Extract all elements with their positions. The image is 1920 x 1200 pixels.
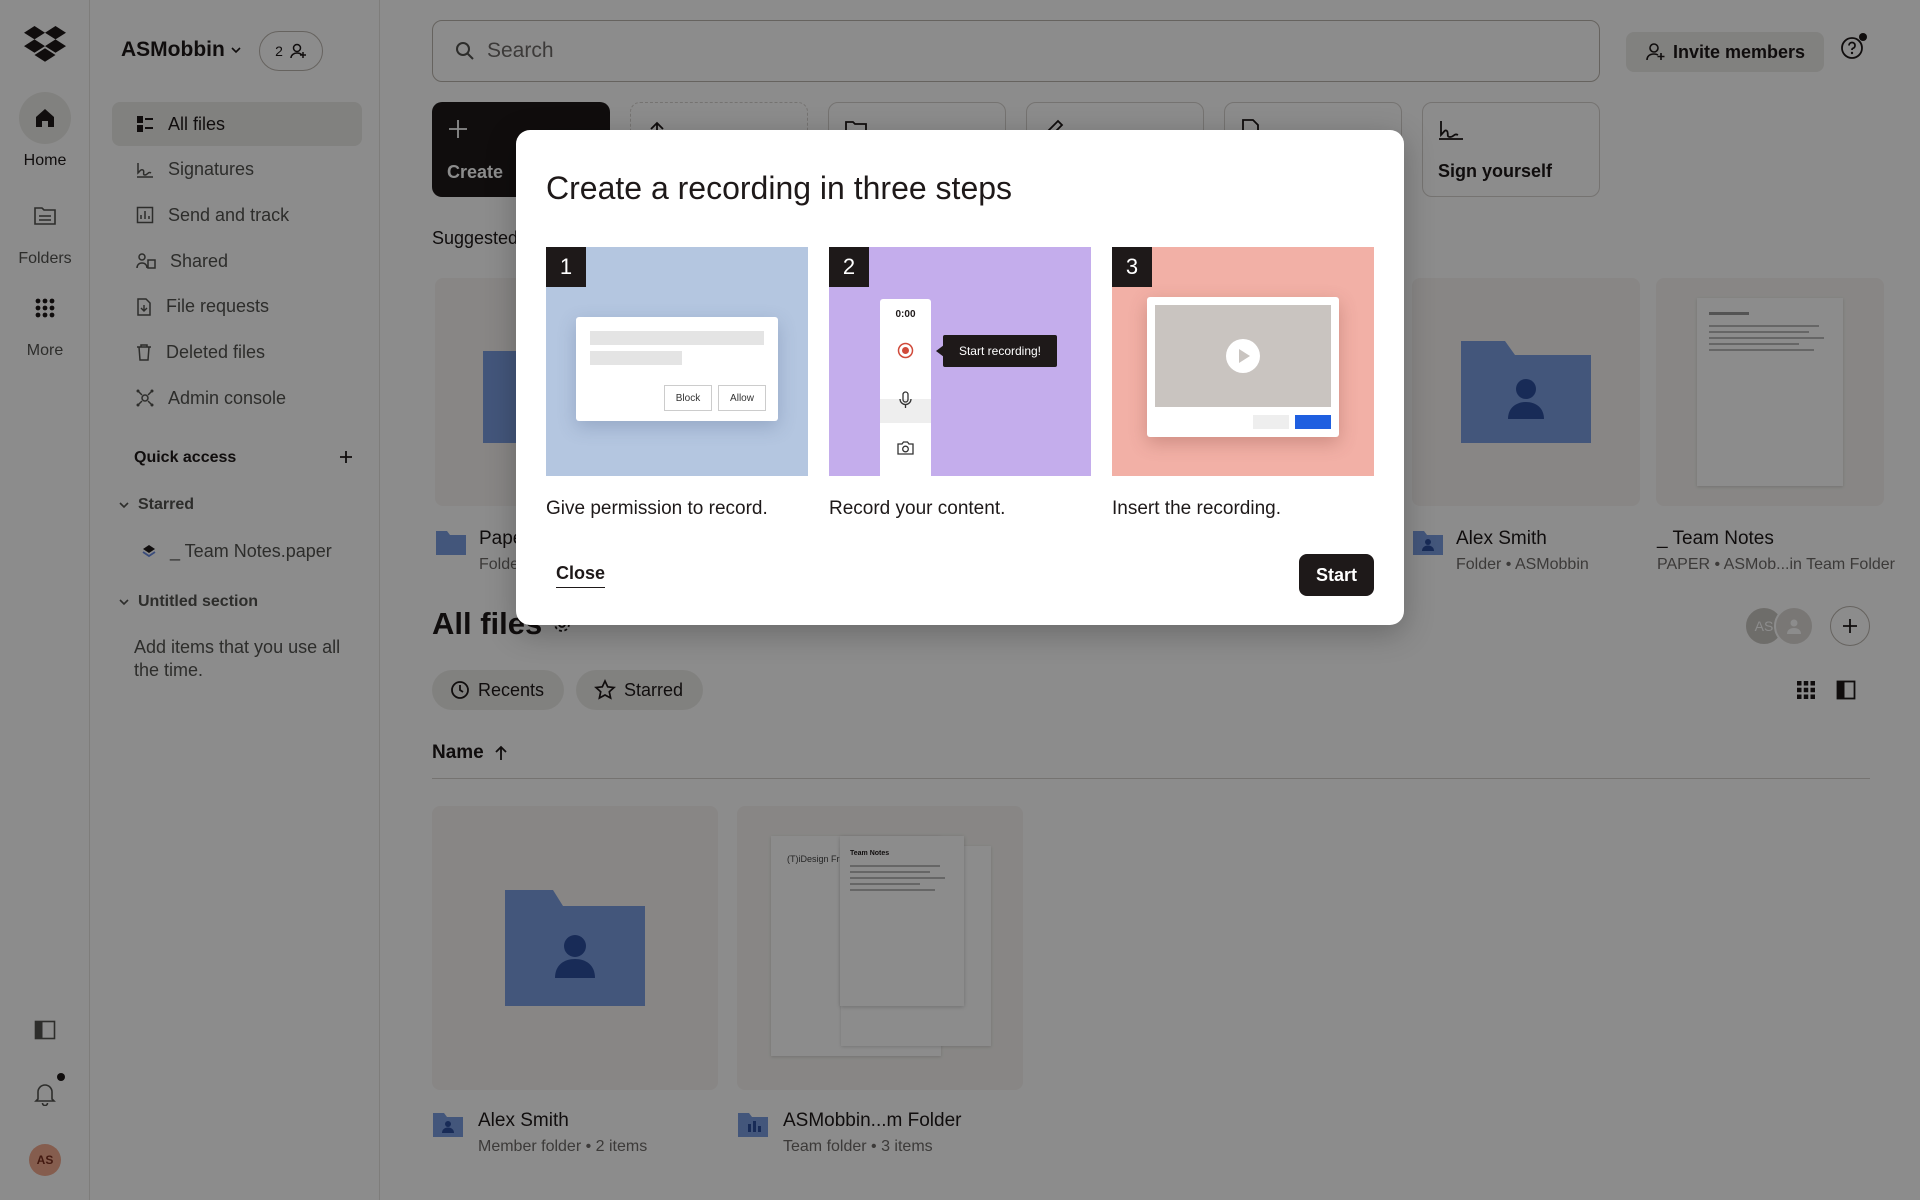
start-button[interactable]: Start: [1299, 554, 1374, 596]
camera-icon: [897, 441, 914, 455]
step-3: 3 Insert the recording.: [1112, 247, 1374, 520]
close-button[interactable]: Close: [556, 563, 606, 588]
step-3-illustration: 3: [1112, 247, 1374, 476]
step-1-illustration: 1 Block Allow: [546, 247, 808, 476]
step-2-illustration: 2 0:00 Start recording!: [829, 247, 1091, 476]
document-mock: [1147, 297, 1339, 437]
allow-mock-button: Allow: [718, 385, 766, 411]
step-caption: Record your content.: [829, 498, 1006, 519]
block-mock-button: Block: [664, 385, 712, 411]
step-number: 1: [546, 247, 586, 287]
step-number: 3: [1112, 247, 1152, 287]
microphone-icon: [899, 391, 912, 408]
permission-dialog-mock: Block Allow: [576, 317, 778, 421]
recording-modal: Create a recording in three steps 1 Bloc…: [516, 130, 1404, 625]
step-number: 2: [829, 247, 869, 287]
recorder-timer: 0:00: [895, 309, 916, 320]
step-1: 1 Block Allow Give permission to record.: [546, 247, 808, 520]
play-icon: [1226, 339, 1260, 373]
video-thumbnail: [1155, 305, 1331, 407]
step-2: 2 0:00 Start recording! Record your cont…: [829, 247, 1091, 520]
recorder-toolbar-mock: 0:00: [880, 299, 931, 476]
step-caption: Give permission to record.: [546, 498, 768, 519]
record-icon: [897, 342, 914, 359]
start-recording-tooltip: Start recording!: [943, 335, 1057, 367]
step-caption: Insert the recording.: [1112, 498, 1281, 519]
modal-title: Create a recording in three steps: [546, 170, 1013, 206]
